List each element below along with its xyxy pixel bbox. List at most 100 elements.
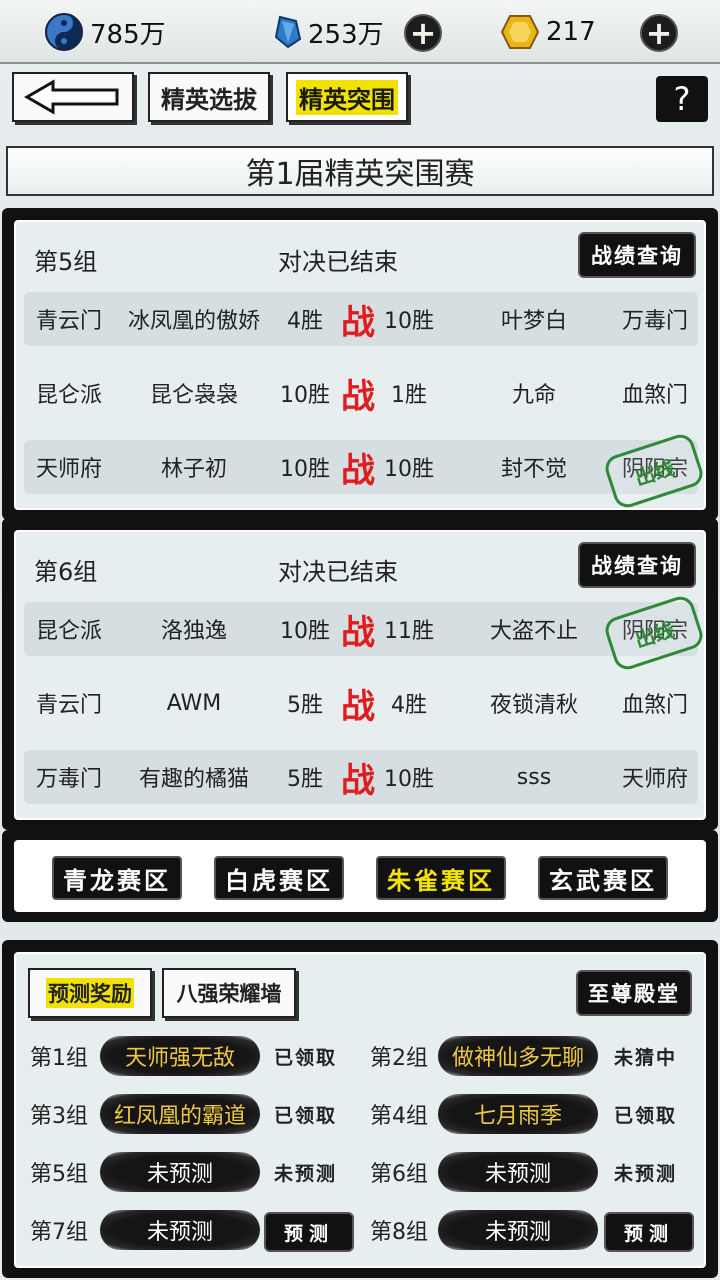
prediction-group: 第2组 [370,1046,428,1071]
right-player: 九命 [511,383,556,408]
prediction-pick: 未预测 [438,1210,598,1250]
add-gems-button[interactable]: + [404,14,442,52]
zone-label: 朱雀赛区 [387,865,495,895]
record-query-button[interactable]: 战绩查询 [578,232,696,278]
prediction-group: 第1组 [30,1046,88,1071]
prediction-status: 已领取 [274,1046,338,1069]
right-sect: 血煞门 [621,693,688,718]
prediction-pick: 未预测 [100,1152,260,1192]
gold-resource: 217 [500,10,596,54]
gold-ingot-icon [500,15,540,49]
prediction-status: 未预测 [274,1162,338,1185]
left-player: 昆仑袅袅 [149,383,238,408]
predict-button-label: 预测 [623,1222,674,1245]
prediction-status: 已领取 [274,1104,338,1127]
prediction-pick: 七月雨季 [438,1094,598,1134]
right-sect: 天师府 [621,767,688,792]
left-wins: 10胜 [280,383,330,408]
yin-yang-icon [45,13,83,51]
silver-amount: 785万 [90,19,166,50]
supreme-hall-label: 至尊殿堂 [588,981,680,1006]
silver-resource: 785万 [44,10,166,54]
prediction-group: 第4组 [370,1104,428,1129]
right-player: sss [516,764,552,790]
back-button[interactable] [12,72,134,122]
tab-elite-selection-label: 精英选拔 [161,84,257,114]
left-wins: 10胜 [280,457,330,482]
prediction-group: 第7组 [30,1220,88,1245]
tab-top8-wall-label: 八强荣耀墙 [176,981,282,1006]
right-wins: 1胜 [391,383,427,408]
match-row: 万毒门 有趣的橘猫 5胜 战 10胜 sss 天师府 [24,750,698,804]
tab-elite-breakout-label: 精英突围 [296,79,398,115]
tab-prediction-rewards-label: 预测奖励 [46,978,134,1008]
zone-baihu-button[interactable]: 白虎赛区 [214,856,344,900]
gem-icon [274,15,302,49]
left-player: 有趣的橘猫 [138,767,249,792]
gold-amount: 217 [546,17,596,47]
back-arrow-icon [23,79,119,115]
prediction-status: 已领取 [614,1104,678,1127]
right-wins: 11胜 [384,619,434,644]
group-panel-6-inner: 第6组 对决已结束 战绩查询 昆仑派 洛独逸 10胜 战 11胜 大盗不止 阴阳… [14,530,707,820]
right-sect: 万毒门 [621,309,688,334]
zone-label: 白虎赛区 [225,865,333,895]
predict-button[interactable]: 预测 [604,1212,694,1252]
group-panel-5-inner: 第5组 对决已结束 战绩查询 青云门 冰凤凰的傲娇 4胜 战 10胜 叶梦白 万… [14,220,707,511]
left-wins: 10胜 [280,619,330,644]
group-status: 对决已结束 [278,248,398,276]
tab-elite-selection[interactable]: 精英选拔 [148,72,270,122]
left-sect: 天师府 [35,457,102,482]
record-query-label: 战绩查询 [591,243,683,268]
left-sect: 青云门 [35,693,102,718]
prediction-status: 未预测 [614,1162,678,1185]
left-sect: 青云门 [35,309,102,334]
zone-label: 青龙赛区 [63,865,171,895]
tab-prediction-rewards[interactable]: 预测奖励 [28,968,152,1018]
gem-resource: 253万 [274,10,384,54]
page-title: 第1届精英突围赛 [6,146,714,196]
left-sect: 昆仑派 [35,383,102,408]
help-button[interactable]: ? [656,76,708,122]
prediction-group: 第5组 [30,1162,88,1187]
prediction-status: 未猜中 [614,1046,678,1069]
prediction-group: 第6组 [370,1162,428,1187]
right-sect: 血煞门 [621,383,688,408]
match-row: 昆仑派 昆仑袅袅 10胜 战 1胜 九命 血煞门 [24,366,698,420]
left-wins: 4胜 [287,309,323,334]
match-row: 青云门 AWM 5胜 战 4胜 夜锁清秋 血煞门 [24,676,698,730]
right-wins: 10胜 [384,457,434,482]
record-query-button[interactable]: 战绩查询 [578,542,696,588]
zone-qinglong-button[interactable]: 青龙赛区 [52,856,182,900]
right-player: 封不觉 [500,457,567,482]
predict-button-label: 预测 [283,1222,334,1245]
supreme-hall-button[interactable]: 至尊殿堂 [576,970,692,1016]
page-title-text: 第1届精英突围赛 [245,157,475,192]
left-wins: 5胜 [287,693,323,718]
prediction-pick: 未预测 [100,1210,260,1250]
match-row: 青云门 冰凤凰的傲娇 4胜 战 10胜 叶梦白 万毒门 [24,292,698,346]
prediction-pick: 做神仙多无聊 [438,1036,598,1076]
group-name: 第6组 [34,558,98,586]
right-wins: 10胜 [384,309,434,334]
match-row: 天师府 林子初 10胜 战 10胜 封不觉 阴阳宗 出线 [24,431,707,511]
right-wins: 10胜 [384,767,434,792]
predict-button[interactable]: 预测 [264,1212,354,1252]
zone-label: 玄武赛区 [549,865,657,895]
tab-top8-wall[interactable]: 八强荣耀墙 [162,968,296,1018]
zone-zhuque-button[interactable]: 朱雀赛区 [376,856,506,900]
help-label: ? [673,80,691,118]
right-player: 大盗不止 [489,619,578,644]
prediction-group: 第3组 [30,1104,88,1129]
right-player: 叶梦白 [500,309,567,334]
tab-elite-breakout[interactable]: 精英突围 [286,72,408,122]
prediction-pick: 天师强无敌 [100,1036,260,1076]
prediction-pick: 红凤凰的霸道 [100,1094,260,1134]
right-wins: 4胜 [391,693,427,718]
group-name: 第5组 [34,248,98,276]
zone-xuanwu-button[interactable]: 玄武赛区 [538,856,668,900]
match-row: 昆仑派 洛独逸 10胜 战 11胜 大盗不止 阴阳宗 出线 [24,593,707,673]
add-gold-button[interactable]: + [640,14,678,52]
group-status: 对决已结束 [278,558,398,586]
left-player: 洛独逸 [160,619,227,644]
